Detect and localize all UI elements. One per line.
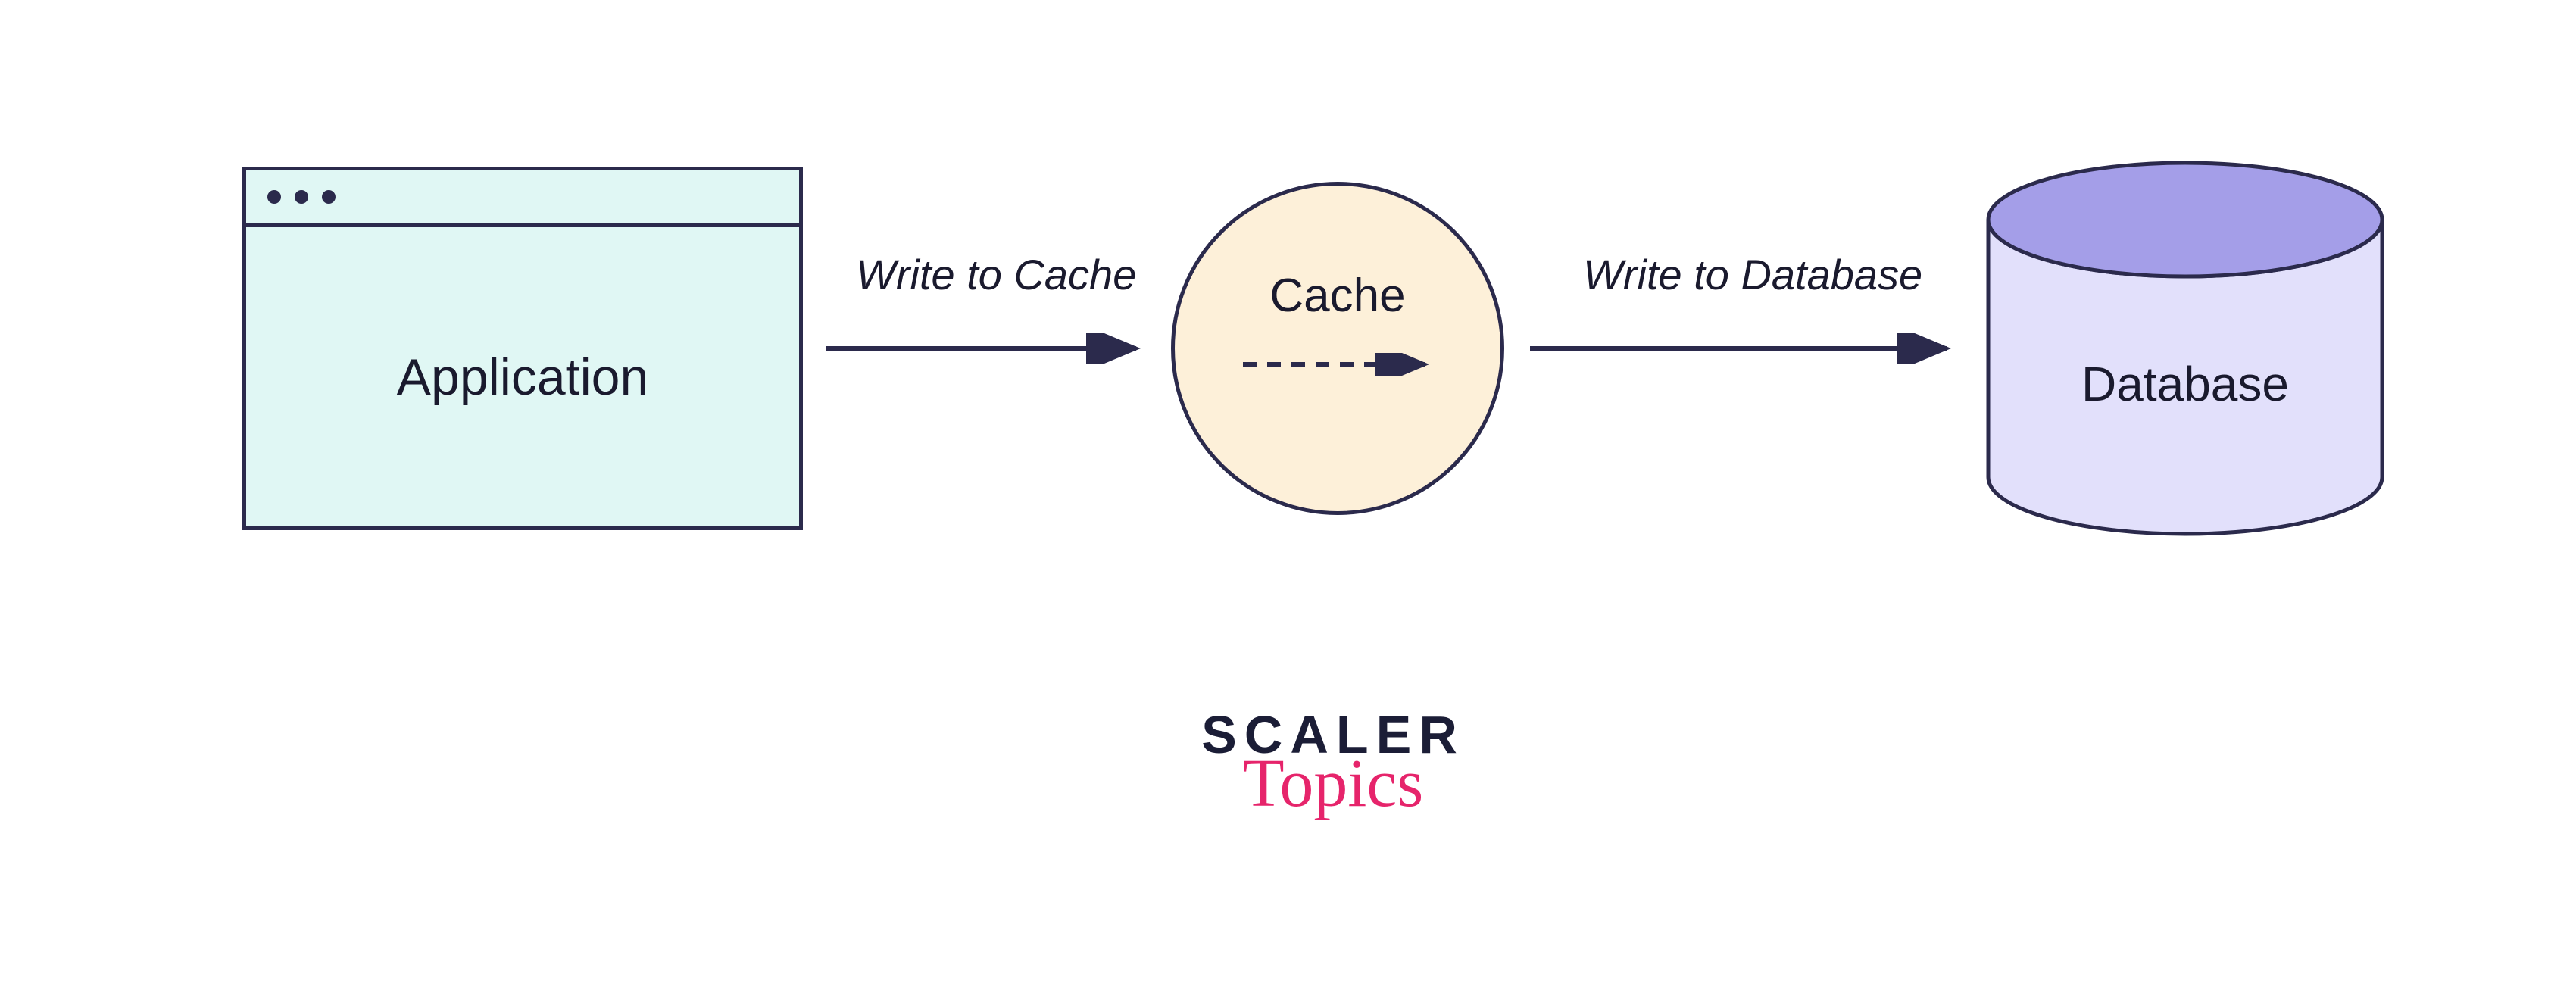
diagram-canvas: Application Write to Cache Cache Write t…	[0, 0, 2576, 1002]
cache-internal-arrow-icon	[1239, 353, 1436, 376]
cache-node: Cache	[1171, 182, 1504, 515]
application-node: Application	[242, 167, 803, 530]
window-dot-icon	[267, 190, 281, 204]
arrow-cache-to-db-icon	[1530, 333, 1962, 364]
application-body: Application	[246, 227, 799, 526]
brand-logo: SCALER Topics	[1121, 704, 1545, 818]
window-dot-icon	[295, 190, 308, 204]
brand-logo-line2: Topics	[1121, 750, 1545, 818]
arrow-app-to-cache-icon	[826, 333, 1151, 364]
database-label: Database	[1984, 356, 2386, 412]
cache-label: Cache	[1269, 269, 1405, 323]
edge-label-app-to-cache: Write to Cache	[856, 250, 1136, 299]
window-titlebar	[246, 170, 799, 227]
database-cylinder-icon	[1984, 159, 2386, 538]
window-dot-icon	[322, 190, 336, 204]
database-node: Database	[1984, 159, 2386, 538]
application-label: Application	[397, 348, 649, 407]
edge-label-cache-to-db: Write to Database	[1583, 250, 1922, 299]
